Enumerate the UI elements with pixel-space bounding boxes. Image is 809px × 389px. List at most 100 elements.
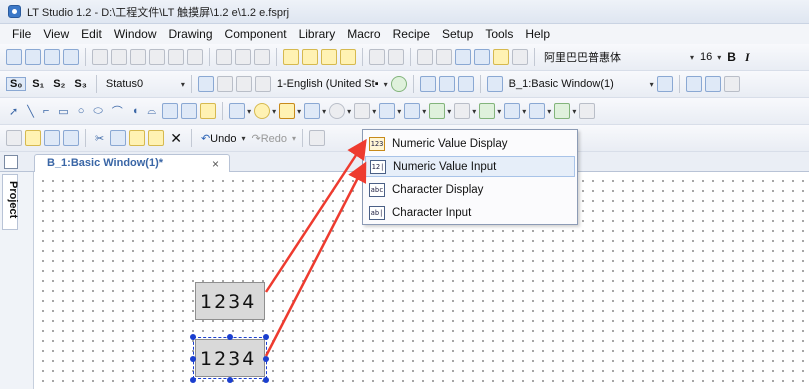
- table-icon[interactable]: [429, 103, 446, 119]
- new-file-icon[interactable]: [6, 130, 22, 146]
- word-lamp-icon[interactable]: [304, 103, 321, 119]
- same-height-icon[interactable]: [187, 49, 203, 65]
- bit-lamp-icon[interactable]: [229, 103, 246, 119]
- menu-window[interactable]: Window: [108, 27, 163, 41]
- align-left-icon[interactable]: [6, 49, 22, 65]
- pie-icon[interactable]: ◖: [129, 105, 142, 117]
- cut-icon[interactable]: ✂: [92, 132, 107, 145]
- menu-view[interactable]: View: [37, 27, 75, 41]
- chevron-down-icon[interactable]: ▾: [422, 107, 426, 116]
- resize-handle[interactable]: [227, 377, 233, 383]
- snap-icon[interactable]: [388, 49, 404, 65]
- user-icon[interactable]: [512, 49, 528, 65]
- chevron-down-icon[interactable]: ▾: [547, 107, 551, 116]
- state-s0-button[interactable]: S₀: [6, 77, 27, 91]
- chevron-down-icon[interactable]: ▾: [472, 107, 476, 116]
- save-all-icon[interactable]: [63, 130, 79, 146]
- align-right-icon[interactable]: [25, 49, 41, 65]
- italic-button[interactable]: I: [742, 50, 753, 65]
- clock-icon[interactable]: [329, 103, 346, 119]
- globe-icon[interactable]: [390, 76, 407, 92]
- distribute-h-icon[interactable]: [92, 49, 108, 65]
- paste-icon[interactable]: [129, 130, 146, 146]
- undo-button[interactable]: ↶Undo: [198, 132, 240, 145]
- light-bulb-icon[interactable]: [254, 103, 271, 119]
- chevron-down-icon[interactable]: ▾: [181, 80, 185, 89]
- meter-icon[interactable]: [404, 103, 421, 119]
- chevron-down-icon[interactable]: ▾: [372, 107, 376, 116]
- delete-icon[interactable]: ✕: [167, 130, 185, 147]
- status-combo[interactable]: Status0: [103, 78, 179, 90]
- window-list-icon[interactable]: [486, 76, 503, 92]
- lang-icon-4[interactable]: [254, 76, 271, 92]
- paste-special-icon[interactable]: [148, 130, 165, 146]
- resize-handle[interactable]: [263, 356, 269, 362]
- window-home-icon[interactable]: [457, 76, 474, 92]
- arc-icon[interactable]: ⌒: [109, 103, 126, 119]
- lang-icon-3[interactable]: [235, 76, 252, 92]
- chevron-down-icon[interactable]: ▾: [247, 107, 251, 116]
- monitor-icon[interactable]: [474, 49, 490, 65]
- fit-icon[interactable]: [436, 49, 452, 65]
- zoom-region-icon[interactable]: [417, 49, 433, 65]
- slider-icon[interactable]: [454, 103, 471, 119]
- distribute-v-icon[interactable]: [111, 49, 127, 65]
- picture-icon[interactable]: [162, 103, 179, 119]
- menu-library[interactable]: Library: [293, 27, 342, 41]
- chevron-down-icon[interactable]: ▾: [322, 107, 326, 116]
- chevron-down-icon[interactable]: ▾: [397, 107, 401, 116]
- center-h-icon[interactable]: [130, 49, 146, 65]
- more-icon[interactable]: [579, 103, 596, 119]
- font-name-combo[interactable]: 阿里巴巴普惠体: [541, 49, 663, 65]
- window-combo[interactable]: B_1:Basic Window(1): [506, 78, 648, 90]
- lang-icon-2[interactable]: [216, 76, 233, 92]
- resize-handle[interactable]: [190, 356, 196, 362]
- menu-edit[interactable]: Edit: [75, 27, 108, 41]
- language-combo[interactable]: 1-English (United St▪: [274, 78, 382, 90]
- close-icon[interactable]: ×: [212, 157, 219, 171]
- bring-front-icon[interactable]: [283, 49, 299, 65]
- lock-icon[interactable]: [493, 49, 509, 65]
- screen-icon[interactable]: [455, 49, 471, 65]
- ellipse-icon[interactable]: ⬭: [90, 105, 105, 118]
- menu-macro[interactable]: Macro: [341, 27, 386, 41]
- window-list-icon[interactable]: [4, 155, 18, 169]
- move-icon[interactable]: [479, 103, 496, 119]
- send-back-icon[interactable]: [302, 49, 318, 65]
- layer-icon[interactable]: [254, 49, 270, 65]
- chevron-down-icon[interactable]: ▾: [572, 107, 576, 116]
- send-backward-icon[interactable]: [340, 49, 356, 65]
- menu-component[interactable]: Component: [219, 27, 293, 41]
- center-v-icon[interactable]: [149, 49, 165, 65]
- rectangle-icon[interactable]: ▭: [55, 105, 71, 118]
- state-s2-button[interactable]: S₂: [50, 78, 68, 90]
- text-icon[interactable]: [181, 103, 198, 119]
- menu-file[interactable]: File: [6, 27, 37, 41]
- window-add-icon[interactable]: [704, 76, 721, 92]
- function-key-icon[interactable]: [554, 103, 571, 119]
- alarm-icon[interactable]: [504, 103, 521, 119]
- scale-icon[interactable]: [200, 103, 217, 119]
- menu-item-character-display[interactable]: abc Character Display: [365, 179, 575, 200]
- chevron-down-icon[interactable]: ▾: [690, 53, 694, 62]
- font-size-combo[interactable]: 16: [697, 51, 715, 63]
- numeric-component-icon[interactable]: [279, 103, 296, 119]
- chevron-down-icon[interactable]: ▾: [297, 107, 301, 116]
- chevron-down-icon[interactable]: ▾: [497, 107, 501, 116]
- circle-icon[interactable]: ○: [75, 105, 88, 117]
- menu-drawing[interactable]: Drawing: [163, 27, 219, 41]
- menu-tools[interactable]: Tools: [479, 27, 519, 41]
- numeric-display-object[interactable]: 1234: [195, 282, 265, 320]
- window-preview-icon[interactable]: [685, 76, 702, 92]
- align-bottom-icon[interactable]: [63, 49, 79, 65]
- copy-icon[interactable]: [110, 130, 127, 146]
- resize-handle[interactable]: [227, 334, 233, 340]
- chevron-down-icon[interactable]: ▾: [241, 134, 245, 143]
- chevron-down-icon[interactable]: ▾: [292, 134, 296, 143]
- polyline-icon[interactable]: ⌐: [40, 105, 52, 117]
- chevron-down-icon[interactable]: ▾: [384, 80, 388, 89]
- trend-icon[interactable]: [379, 103, 396, 119]
- polygon-icon[interactable]: ⌓: [144, 105, 159, 118]
- menu-recipe[interactable]: Recipe: [387, 27, 436, 41]
- chevron-down-icon[interactable]: ▾: [447, 107, 451, 116]
